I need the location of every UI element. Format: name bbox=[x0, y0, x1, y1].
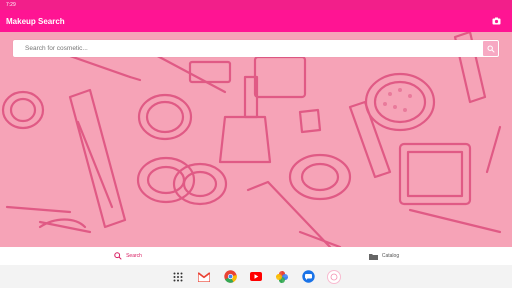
app-bar: Makeup Search bbox=[0, 10, 512, 32]
search-icon bbox=[114, 252, 122, 260]
nav-item-label: Search bbox=[126, 253, 142, 259]
makeup-app-icon[interactable] bbox=[327, 269, 341, 284]
status-bar: 7:29 bbox=[0, 0, 512, 10]
search-icon bbox=[487, 45, 495, 53]
cosmetics-background bbox=[1, 32, 502, 247]
youtube-icon[interactable] bbox=[249, 270, 263, 284]
app-title: Makeup Search bbox=[6, 16, 65, 26]
search-input[interactable] bbox=[13, 40, 483, 57]
apps-grid-icon[interactable] bbox=[171, 270, 185, 284]
camera-icon bbox=[492, 17, 500, 25]
messages-icon[interactable] bbox=[301, 270, 315, 284]
taskbar bbox=[0, 265, 512, 288]
nav-item-search[interactable]: Search bbox=[0, 247, 256, 265]
chrome-icon[interactable] bbox=[223, 270, 237, 284]
nav-item-label: Catalog bbox=[381, 253, 400, 259]
gmail-icon[interactable] bbox=[197, 270, 211, 284]
search-bar bbox=[13, 40, 499, 57]
bottom-nav: Search Catalog bbox=[0, 247, 512, 265]
nav-item-catalog[interactable]: Catalog bbox=[256, 247, 512, 265]
photos-icon[interactable] bbox=[275, 270, 289, 284]
folder-icon bbox=[368, 253, 378, 260]
search-button[interactable] bbox=[483, 41, 498, 56]
status-time: 7:29 bbox=[6, 2, 16, 8]
camera-button[interactable] bbox=[490, 15, 502, 27]
